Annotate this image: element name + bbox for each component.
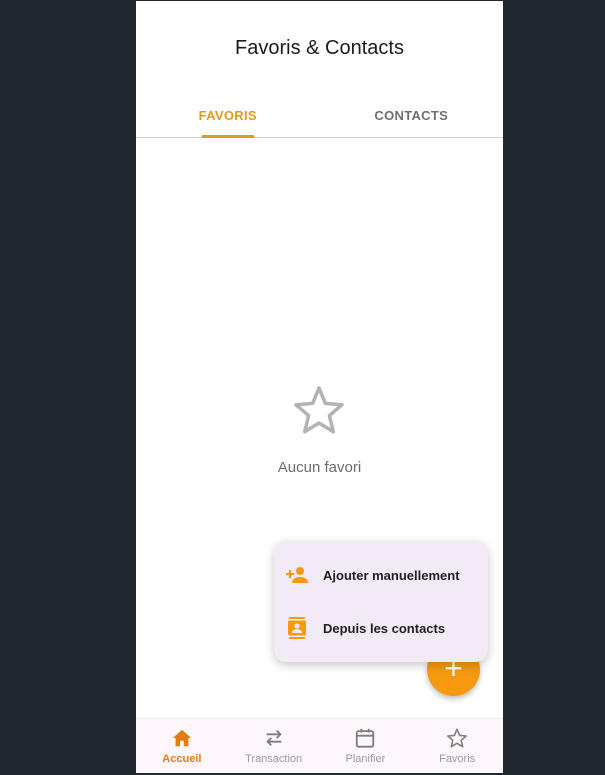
nav-label-transaction: Transaction bbox=[245, 753, 303, 765]
nav-item-planifier[interactable]: Planifier bbox=[320, 719, 412, 773]
app-screen: Favoris & Contacts FAVORIS CONTACTS Aucu… bbox=[136, 1, 503, 773]
nav-label-planifier: Planifier bbox=[345, 753, 386, 765]
nav-label-accueil: Accueil bbox=[162, 753, 202, 765]
menu-item-from-contacts[interactable]: Depuis les contacts bbox=[274, 604, 488, 652]
nav-item-transaction[interactable]: Transaction bbox=[228, 719, 320, 773]
nav-item-accueil[interactable]: Accueil bbox=[136, 719, 228, 773]
contacts-icon bbox=[288, 617, 306, 639]
tab-contacts[interactable]: CONTACTS bbox=[320, 97, 504, 137]
bottom-navigation: Accueil Transaction Planifier Favoris bbox=[136, 718, 503, 773]
tab-favoris-label: FAVORIS bbox=[198, 108, 257, 123]
calendar-icon bbox=[356, 728, 375, 748]
star-icon bbox=[447, 728, 468, 748]
menu-item-from-contacts-label: Depuis les contacts bbox=[323, 620, 446, 636]
swap-arrows-icon bbox=[265, 730, 282, 746]
home-icon bbox=[172, 729, 192, 747]
menu-item-add-manually-label: Ajouter manuellement bbox=[323, 567, 460, 583]
tab-contacts-label: CONTACTS bbox=[374, 108, 449, 123]
menu-item-add-manually[interactable]: Ajouter manuellement bbox=[274, 551, 488, 599]
nav-item-favoris[interactable]: Favoris bbox=[411, 719, 503, 773]
star-outline-icon bbox=[294, 386, 344, 434]
nav-label-favoris: Favoris bbox=[439, 753, 476, 765]
active-tab-indicator bbox=[201, 135, 255, 138]
empty-state-message: Aucun favori bbox=[277, 459, 362, 476]
fab-menu: Ajouter manuellement Depuis les contacts bbox=[274, 541, 488, 662]
tab-favoris[interactable]: FAVORIS bbox=[136, 97, 320, 138]
page-title: Favoris & Contacts bbox=[235, 37, 404, 59]
person-add-icon bbox=[286, 567, 308, 583]
tab-bar: FAVORIS CONTACTS bbox=[136, 97, 503, 138]
